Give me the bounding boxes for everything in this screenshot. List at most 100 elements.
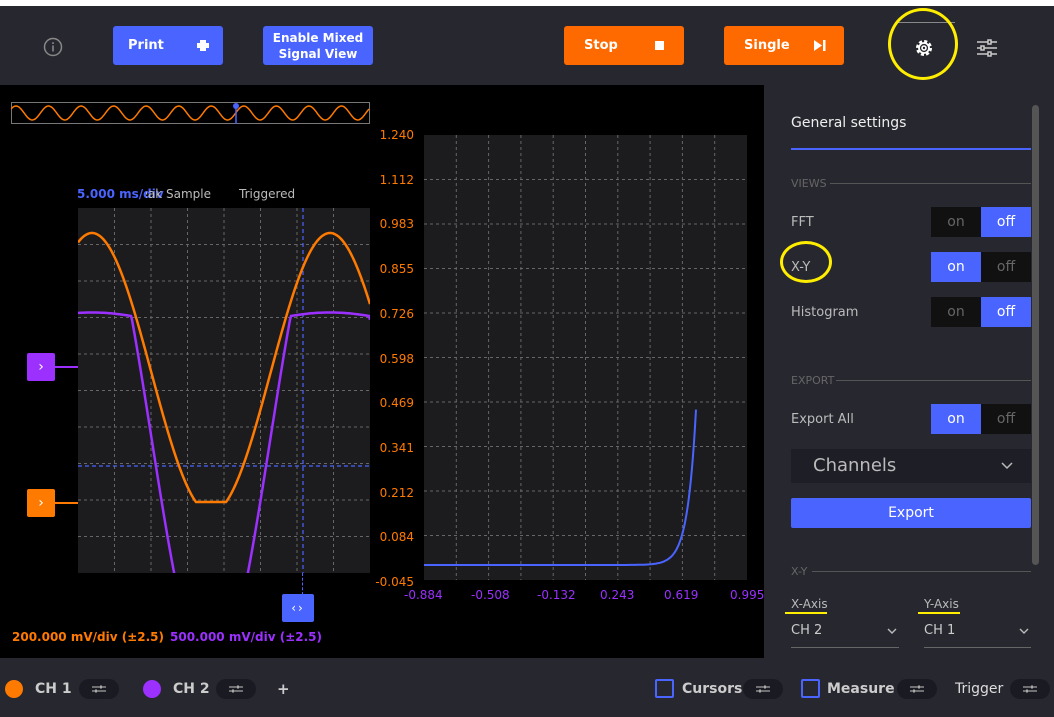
histogram-toggle[interactable]: on off	[931, 297, 1031, 327]
histogram-label: Histogram	[791, 305, 859, 320]
time-domain-plot[interactable]	[78, 208, 370, 573]
y-axis-dropdown[interactable]: CH 1	[924, 623, 1031, 648]
views-section-line	[830, 183, 1031, 184]
single-button[interactable]: Single	[724, 26, 844, 65]
gear-highlight-circle	[888, 8, 958, 80]
settings-panel: General settings VIEWS FFT on off X-Y on…	[764, 85, 1054, 658]
stop-label: Stop	[584, 38, 618, 53]
cursors-checkbox[interactable]	[655, 679, 674, 698]
mixed-label-line2: Signal View	[278, 46, 358, 61]
sliders-icon	[756, 685, 770, 693]
sliders-icon[interactable]	[975, 36, 999, 60]
settings-title-underline	[791, 148, 1031, 150]
x-axis-label: X-Axis	[791, 597, 828, 611]
y-axis-label: Y-Axis	[924, 597, 959, 611]
fft-off[interactable]: off	[981, 207, 1031, 237]
xy-x-tick-label: -0.508	[471, 588, 510, 602]
xy-section-line	[812, 571, 1031, 572]
cursors-settings-chip[interactable]	[743, 679, 783, 699]
xy-y-tick-label: 0.341	[379, 440, 414, 455]
xy-x-tick-label: 0.619	[664, 588, 699, 602]
histogram-on[interactable]: on	[931, 297, 981, 327]
export-all-on[interactable]: on	[931, 404, 981, 434]
panel-scrollbar[interactable]	[1032, 105, 1039, 565]
ch1-settings-chip[interactable]	[79, 679, 119, 699]
xy-y-tick-label: 0.726	[379, 306, 414, 321]
histogram-off[interactable]: off	[981, 297, 1031, 327]
sliders-icon	[910, 685, 924, 693]
export-section-line	[836, 380, 1031, 381]
chevron-down-icon	[1001, 462, 1013, 470]
mixed-label-line1: Enable Mixed	[272, 30, 364, 45]
xy-section-label: X-Y	[791, 565, 808, 578]
xy-y-tick-label: 1.240	[379, 128, 414, 142]
ch2-settings-chip[interactable]	[216, 679, 256, 699]
export-all-toggle[interactable]: on off	[931, 404, 1031, 434]
sliders-icon	[92, 685, 106, 693]
export-section-label: EXPORT	[791, 374, 835, 387]
single-label: Single	[744, 38, 790, 53]
xy-y-tick-label: 0.983	[379, 217, 414, 232]
stop-button[interactable]: Stop	[564, 26, 684, 65]
trigger-settings-chip[interactable]	[1010, 679, 1050, 699]
ch2-scale-label: 500.000 mV/div (±2.5)	[170, 630, 322, 644]
y-axis-value: CH 1	[924, 623, 956, 638]
measure-checkbox[interactable]	[801, 679, 820, 698]
step-forward-icon	[814, 40, 826, 51]
x-axis-dropdown[interactable]: CH 2	[791, 623, 899, 648]
add-channel-button[interactable]: +	[277, 680, 290, 698]
ch2-offset-line	[55, 366, 78, 368]
print-button[interactable]: Print	[113, 26, 223, 65]
channels-dropdown[interactable]: Channels	[791, 449, 1031, 483]
overview-strip[interactable]	[11, 102, 370, 124]
sliders-icon	[229, 685, 243, 693]
xy-y-tick-label: 0.084	[379, 530, 414, 545]
xy-y-tick-label: 0.598	[379, 351, 414, 366]
xy-on[interactable]: on	[931, 252, 981, 282]
sample-mode-label: Peak Sample	[146, 187, 211, 201]
trigger-time-handle[interactable]: ‹›	[282, 594, 314, 622]
export-all-label: Export All	[791, 412, 854, 427]
ch2-offset-marker[interactable]: ›	[27, 353, 55, 381]
trigger-label[interactable]: Trigger	[955, 681, 1003, 697]
ch2-label[interactable]: CH 2	[173, 681, 210, 697]
y-axis-underline	[918, 612, 960, 614]
trigger-time-line-ext	[302, 573, 304, 595]
fft-toggle[interactable]: on off	[931, 207, 1031, 237]
ch1-scale-label: 200.000 mV/div (±2.5)	[12, 630, 164, 644]
settings-title: General settings	[791, 115, 907, 131]
xy-y-tick-label: 0.469	[379, 396, 414, 411]
export-button[interactable]: Export	[791, 498, 1031, 528]
xy-toggle[interactable]: on off	[931, 252, 1031, 282]
channels-dropdown-label: Channels	[813, 455, 897, 476]
xy-y-tick-label: 0.212	[379, 485, 414, 500]
fft-label: FFT	[791, 215, 814, 230]
sliders-icon	[1023, 685, 1037, 693]
views-section-label: VIEWS	[791, 177, 827, 190]
ch2-color-dot	[143, 680, 161, 698]
xy-off[interactable]: off	[981, 252, 1031, 282]
xy-plot[interactable]	[424, 135, 747, 580]
xy-x-tick-label: 0.995	[730, 588, 765, 602]
xy-x-tick-label: -0.884	[404, 588, 443, 602]
fft-on[interactable]: on	[931, 207, 981, 237]
xy-y-tick-label: 0.855	[379, 262, 414, 277]
xy-highlight-circle	[780, 241, 832, 283]
xy-x-tick-label: 0.243	[600, 588, 635, 602]
ch1-offset-marker[interactable]: ›	[27, 489, 55, 517]
export-all-off[interactable]: off	[981, 404, 1031, 434]
x-axis-underline	[785, 612, 827, 614]
chevron-down-icon	[887, 628, 897, 634]
x-axis-value: CH 2	[791, 623, 823, 638]
export-button-label: Export	[888, 505, 934, 521]
chevron-down-icon	[1019, 628, 1029, 634]
ch1-label[interactable]: CH 1	[35, 681, 72, 697]
ch1-color-dot	[5, 680, 23, 698]
bottom-bar: CH 1 CH 2 + Cursors Measure Trigger	[0, 658, 1054, 717]
measure-settings-chip[interactable]	[897, 679, 937, 699]
trigger-status-label: Triggered	[239, 187, 296, 201]
enable-mixed-signal-button[interactable]: Enable Mixed Signal View	[263, 26, 373, 65]
xy-x-tick-label: -0.132	[537, 588, 576, 602]
info-icon[interactable]	[42, 36, 64, 58]
printer-icon	[197, 40, 209, 51]
